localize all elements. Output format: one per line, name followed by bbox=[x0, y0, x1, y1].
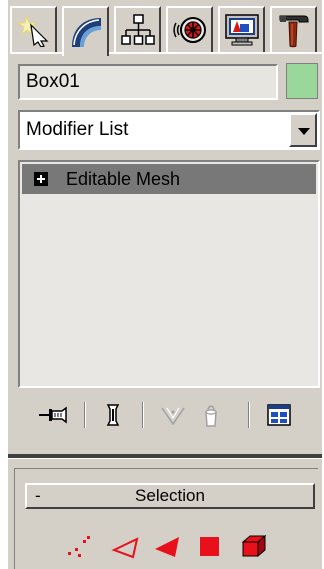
motion-wheel-icon bbox=[172, 17, 206, 43]
polygon-level-button[interactable] bbox=[195, 531, 225, 561]
remove-modifier-button bbox=[196, 400, 226, 430]
face-icon bbox=[155, 537, 179, 557]
vertex-level-button[interactable] bbox=[65, 531, 95, 561]
modifier-stack[interactable]: Editable Mesh bbox=[18, 160, 320, 388]
tab-utilities[interactable] bbox=[270, 6, 317, 52]
create-star-cursor-icon bbox=[16, 14, 48, 47]
element-icon bbox=[241, 534, 267, 558]
tab-modify[interactable] bbox=[62, 6, 109, 56]
face-level-button[interactable] bbox=[153, 531, 183, 561]
show-end-result-icon bbox=[106, 404, 120, 426]
selection-rollout: - Selection bbox=[14, 468, 318, 569]
modifier-list-dropdown[interactable]: Modifier List bbox=[18, 110, 320, 150]
command-panel: Box01 Modifier List Editable Mesh - Sele… bbox=[8, 0, 322, 569]
object-name-field[interactable]: Box01 bbox=[18, 64, 278, 100]
edge-icon bbox=[111, 537, 139, 559]
expand-plus-icon[interactable] bbox=[34, 172, 48, 186]
rollout-title: Selection bbox=[135, 486, 205, 505]
vertex-icon bbox=[68, 536, 90, 557]
hierarchy-tree-icon bbox=[120, 14, 155, 45]
configure-modifier-sets-icon bbox=[267, 404, 291, 426]
object-color-swatch[interactable] bbox=[286, 63, 318, 99]
configure-modifier-sets-button[interactable] bbox=[264, 400, 294, 430]
polygon-icon bbox=[200, 537, 219, 556]
make-unique-button bbox=[158, 400, 188, 430]
stack-toolbar bbox=[18, 396, 320, 432]
tab-hierarchy[interactable] bbox=[114, 6, 161, 52]
toolbar-separator bbox=[142, 402, 144, 428]
pin-stack-button[interactable] bbox=[38, 400, 68, 430]
toolbar-separator bbox=[84, 402, 86, 428]
selection-rollout-header[interactable]: - Selection bbox=[25, 483, 315, 509]
display-monitor-icon bbox=[224, 14, 259, 46]
show-end-result-button[interactable] bbox=[98, 400, 128, 430]
tab-strip-edge bbox=[10, 52, 322, 54]
modifier-list-label: Modifier List bbox=[26, 119, 129, 140]
utilities-hammer-icon bbox=[279, 15, 308, 48]
tab-display[interactable] bbox=[218, 6, 265, 52]
make-unique-icon bbox=[161, 407, 185, 426]
panel-divider bbox=[8, 454, 322, 459]
command-panel-tabs bbox=[10, 6, 322, 56]
tab-create[interactable] bbox=[10, 6, 57, 52]
stack-item-label: Editable Mesh bbox=[66, 169, 181, 189]
modify-arc-icon bbox=[71, 18, 101, 47]
chevron-down-icon[interactable] bbox=[289, 113, 317, 147]
pin-stack-icon bbox=[39, 406, 67, 424]
stack-item-editable-mesh[interactable]: Editable Mesh bbox=[22, 164, 316, 194]
edge-level-button[interactable] bbox=[111, 531, 141, 561]
remove-modifier-icon bbox=[205, 405, 217, 427]
toolbar-separator bbox=[248, 402, 250, 428]
element-level-button[interactable] bbox=[239, 531, 269, 561]
tab-motion[interactable] bbox=[166, 6, 213, 52]
